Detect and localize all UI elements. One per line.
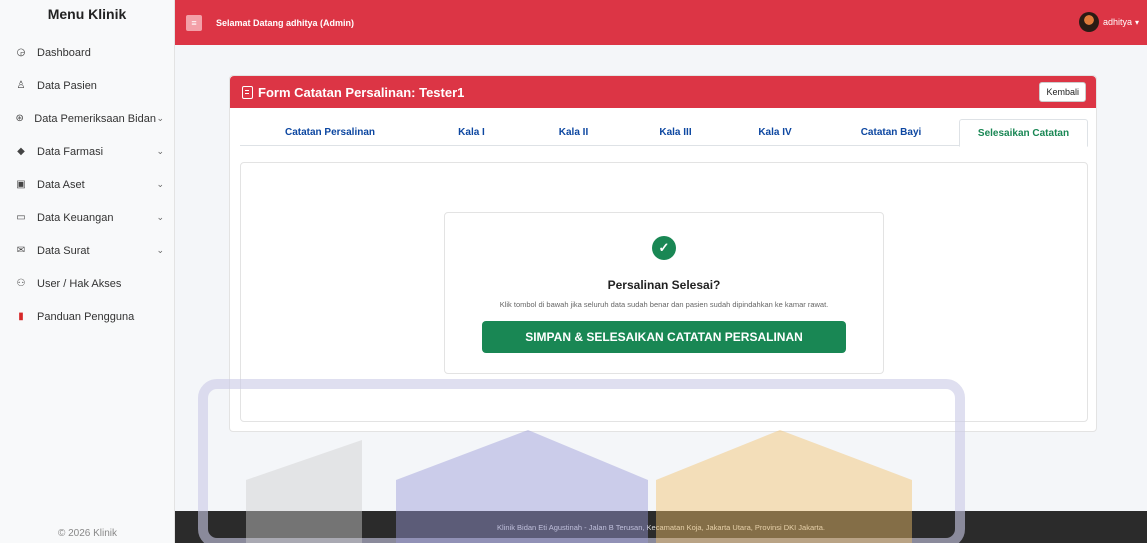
sidebar-item-data-aset[interactable]: ▣ Data Aset ⌄	[0, 168, 174, 201]
tab-catatan-persalinan[interactable]: Catatan Persalinan	[240, 119, 420, 146]
user-menu-dropdown[interactable]: adhitya ▾	[1078, 12, 1139, 32]
confirm-box: ✓ Persalinan Selesai? Klik tombol di baw…	[444, 212, 884, 374]
pdf-icon: ▮	[18, 311, 24, 322]
back-button[interactable]: Kembali	[1039, 82, 1086, 102]
dashboard-icon: ◶	[16, 47, 26, 58]
top-navbar: ≡ Selamat Datang adhitya (Admin) adhitya…	[175, 0, 1147, 45]
welcome-text: Selamat Datang adhitya (Admin)	[216, 17, 355, 28]
sidebar-item-label: Panduan Pengguna	[37, 310, 135, 323]
chevron-down-icon: ⌄	[156, 245, 164, 255]
sidebar-item-label: Data Pemeriksaan Bidan	[34, 112, 156, 125]
chevron-down-icon: ⌄	[156, 146, 164, 156]
tab-bar: Catatan Persalinan Kala I Kala II Kala III K…	[240, 119, 1088, 147]
sidebar-item-label: Dashboard	[37, 46, 91, 59]
tab-pane-finish: ✓ Persalinan Selesai? Klik tombol di baw…	[240, 162, 1088, 422]
chevron-down-icon: ⌄	[156, 113, 164, 123]
sidebar-title: Menu Klinik	[47, 6, 127, 22]
stethoscope-icon: ⊛	[15, 113, 24, 124]
footer-text: Klinik Bidan Eti Agustinah - Jalan B Ter…	[497, 522, 825, 532]
sidebar-toggle-button[interactable]: ≡	[186, 14, 202, 31]
check-circle-icon: ✓	[652, 236, 676, 260]
wallet-icon: ▭	[16, 212, 26, 223]
chevron-down-icon: ⌄	[156, 179, 164, 189]
sidebar-item-label: Data Aset	[37, 178, 85, 191]
sidebar: Menu Klinik ◶ Dashboard ♙ Data Pasien ⊛ Data …	[0, 0, 175, 543]
sidebar-item-data-surat[interactable]: ✉ Data Surat ⌄	[0, 234, 174, 267]
tab-kala-iv[interactable]: Kala IV	[727, 119, 823, 146]
sidebar-item-data-pemeriksaan-bidan[interactable]: ⊛ Data Pemeriksaan Bidan ⌄	[0, 102, 174, 135]
card-title-text: Form Catatan Persalinan: Tester1	[258, 84, 465, 100]
sidebar-item-label: Data Keuangan	[37, 211, 114, 224]
confirm-title: Persalinan Selesai?	[607, 278, 721, 292]
caret-down-icon: ▾	[1134, 17, 1139, 27]
envelope-icon: ✉	[16, 245, 26, 256]
sidebar-item-label: Data Surat	[37, 244, 90, 257]
users-icon: ⚇	[16, 278, 26, 289]
document-icon	[242, 85, 253, 99]
tab-catatan-bayi[interactable]: Catatan Bayi	[823, 119, 959, 146]
tab-kala-iii[interactable]: Kala III	[624, 119, 727, 146]
sidebar-item-label: User / Hak Akses	[37, 277, 122, 290]
avatar	[1078, 12, 1099, 32]
sidebar-menu: ◶ Dashboard ♙ Data Pasien ⊛ Data Pemeriksaan …	[0, 36, 174, 333]
sidebar-item-panduan-pengguna[interactable]: ▮ Panduan Pengguna	[0, 300, 174, 333]
sidebar-item-data-keuangan[interactable]: ▭ Data Keuangan ⌄	[0, 201, 174, 234]
sidebar-item-data-farmasi[interactable]: ◆ Data Farmasi ⌄	[0, 135, 174, 168]
sidebar-item-dashboard[interactable]: ◶ Dashboard	[0, 36, 174, 69]
sidebar-item-label: Data Pasien	[37, 79, 97, 92]
confirm-text: Klik tombol di bawah jika seluruh data s…	[499, 300, 829, 309]
tab-kala-i[interactable]: Kala I	[420, 119, 523, 146]
save-finish-button[interactable]: SIMPAN & SELESAIKAN CATATAN PERSALINAN	[482, 321, 846, 353]
box-icon: ▣	[16, 179, 26, 190]
pill-icon: ◆	[17, 146, 25, 157]
form-card: Form Catatan Persalinan: Tester1 Kembali…	[229, 75, 1097, 432]
menu-icon: ≡	[191, 17, 197, 28]
card-header: Form Catatan Persalinan: Tester1 Kembali	[230, 76, 1096, 108]
tab-selesaikan-catatan[interactable]: Selesaikan Catatan	[959, 119, 1088, 147]
user-icon: ♙	[16, 80, 26, 91]
sidebar-footer: © 2026 Klinik	[57, 528, 118, 539]
page-footer: Klinik Bidan Eti Agustinah - Jalan B Ter…	[175, 511, 1147, 543]
sidebar-item-user-hak-akses[interactable]: ⚇ User / Hak Akses	[0, 267, 174, 300]
sidebar-item-data-pasien[interactable]: ♙ Data Pasien	[0, 69, 174, 102]
sidebar-item-label: Data Farmasi	[37, 145, 104, 158]
card-title: Form Catatan Persalinan: Tester1	[242, 85, 464, 100]
chevron-down-icon: ⌄	[156, 212, 164, 222]
tab-kala-ii[interactable]: Kala II	[523, 119, 624, 146]
username: adhitya	[1102, 17, 1132, 27]
